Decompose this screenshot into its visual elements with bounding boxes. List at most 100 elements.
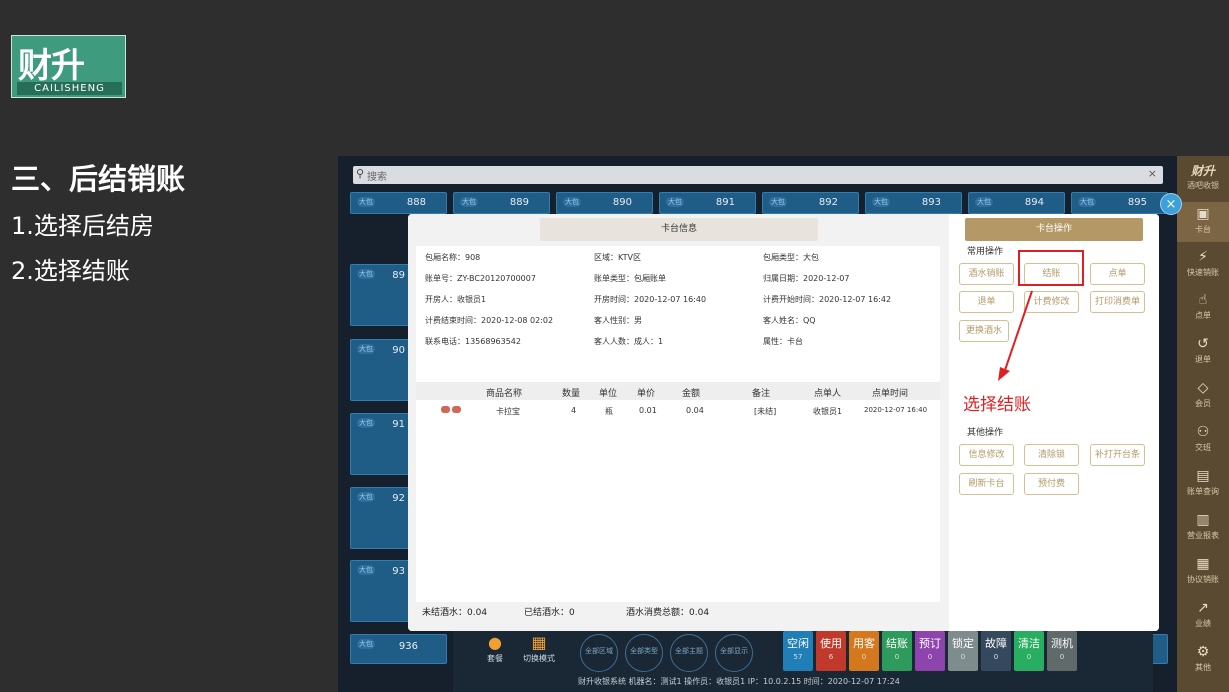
room-tile[interactable]: 大包 93 bbox=[350, 560, 410, 622]
edit-item-icon[interactable] bbox=[441, 406, 450, 413]
status-label: 结账 bbox=[886, 637, 908, 650]
sidebar-item-table[interactable]: ▣ 卡台 bbox=[1177, 202, 1229, 242]
sidebar-item-label: 会员 bbox=[1195, 399, 1211, 408]
sidebar-item-quick-settle[interactable]: ⚡ 快速销账 bbox=[1177, 249, 1229, 278]
switch-mode-label: 切换模式 bbox=[523, 654, 555, 663]
refresh-table-button[interactable]: 刷新卡台 bbox=[959, 473, 1014, 495]
cell-note: [未结] bbox=[754, 407, 777, 416]
sidebar-item-other[interactable]: ⚙ 其他 bbox=[1177, 644, 1229, 673]
package-icon: ● bbox=[488, 633, 502, 652]
sidebar-item-label: 点单 bbox=[1195, 311, 1211, 320]
cell-price: 0.01 bbox=[639, 406, 657, 415]
room-type-badge: 大包 bbox=[460, 197, 478, 207]
close-dialog-button[interactable]: × bbox=[1160, 193, 1182, 215]
room-tile[interactable]: 大包 894 bbox=[968, 192, 1065, 214]
room-type-badge: 大包 bbox=[872, 197, 890, 207]
sidebar-item-label: 快速销账 bbox=[1187, 268, 1219, 277]
room-tile[interactable]: 大包 91 bbox=[350, 413, 410, 475]
column-header: 商品名称 bbox=[486, 389, 523, 399]
info-opener: 开房人：收银员1 bbox=[425, 295, 487, 304]
status-idle[interactable]: 空闲 57 bbox=[783, 631, 813, 671]
status-locked[interactable]: 锁定 0 bbox=[948, 631, 978, 671]
cell-product: 卡拉宝 bbox=[496, 407, 520, 416]
room-number: 888 bbox=[406, 197, 426, 208]
status-in-use[interactable]: 使用 6 bbox=[816, 631, 846, 671]
cell-quantity: 4 bbox=[571, 406, 577, 415]
status-footer: 财升收银系统 机器名：测试1 操作员：收银员1 IP：10.0.2.15 时间：… bbox=[578, 677, 900, 686]
chart-icon: ↗ bbox=[1197, 600, 1209, 616]
order-button[interactable]: 点单 bbox=[1090, 263, 1145, 285]
switch-mode-button[interactable]: ▦ 切换模式 bbox=[522, 633, 556, 664]
print-bill-button[interactable]: 打印消费单 bbox=[1090, 291, 1145, 313]
status-label: 清洁 bbox=[1018, 637, 1040, 650]
info-edit-button[interactable]: 信息修改 bbox=[959, 444, 1014, 466]
filter-display-button[interactable]: 全部显示 bbox=[715, 634, 753, 672]
sidebar-item-order[interactable]: ☝ 点单 bbox=[1177, 292, 1229, 321]
room-number: 893 bbox=[921, 197, 941, 208]
diamond-icon: ◇ bbox=[1197, 380, 1209, 396]
room-tile[interactable]: 大包 892 bbox=[762, 192, 859, 214]
status-guest[interactable]: 用客 0 bbox=[849, 631, 879, 671]
search-input[interactable]: ⚲ 搜索 × bbox=[353, 166, 1163, 184]
room-tile[interactable]: 大包 889 bbox=[453, 192, 550, 214]
status-checkout[interactable]: 结账 0 bbox=[882, 631, 912, 671]
room-number: 936 bbox=[398, 641, 418, 652]
status-fault[interactable]: 故障 0 bbox=[981, 631, 1011, 671]
slide-title: 三、后结销账 bbox=[11, 162, 186, 196]
cell-order-time: 2020-12-07 16:40 bbox=[864, 406, 928, 414]
room-tile[interactable]: 大包 893 bbox=[865, 192, 962, 214]
table-header-row: 商品名称 数量 单位 单价 金额 备注 点单人 点单时间 bbox=[416, 382, 940, 400]
filter-area-button[interactable]: 全部区域 bbox=[580, 634, 618, 672]
sidebar-item-bill-query[interactable]: ▤ 账单查询 bbox=[1177, 468, 1229, 497]
cell-amount: 0.04 bbox=[686, 406, 704, 415]
room-tile[interactable]: 大包 895 bbox=[1071, 192, 1168, 214]
clear-lock-button[interactable]: 清除锁 bbox=[1024, 444, 1079, 466]
room-type-badge: 大包 bbox=[563, 197, 581, 207]
sidebar-item-shift[interactable]: ⚇ 交班 bbox=[1177, 424, 1229, 453]
info-attr: 属性：卡台 bbox=[763, 337, 803, 346]
reprint-open-button[interactable]: 补打开台条 bbox=[1090, 444, 1145, 466]
sidebar-item-report[interactable]: ▥ 营业报表 bbox=[1177, 512, 1229, 541]
room-tile[interactable]: 大包 89 bbox=[350, 264, 410, 326]
room-tile[interactable]: 大包 92 bbox=[350, 487, 410, 549]
status-reserved[interactable]: 预订 0 bbox=[915, 631, 945, 671]
room-number: 89 bbox=[392, 270, 405, 281]
room-type-badge: 大包 bbox=[357, 344, 375, 354]
status-count: 0 bbox=[960, 653, 966, 661]
user-swap-icon: ⚇ bbox=[1196, 424, 1210, 440]
delete-item-icon[interactable] bbox=[452, 406, 461, 413]
status-testing[interactable]: 测机 0 bbox=[1047, 631, 1077, 671]
annotation-hint-text: 选择结账 bbox=[963, 395, 1031, 415]
report-icon: ▥ bbox=[1196, 512, 1210, 528]
room-tile[interactable]: 大包 891 bbox=[659, 192, 756, 214]
info-bill-no: 账单号：ZY-BC20120700007 bbox=[425, 274, 536, 283]
room-tile[interactable]: 大包 936 bbox=[350, 634, 447, 664]
table-info-dialog: 卡台信息 包厢名称：908 区域：KTV区 包厢类型：大包 账单号：ZY-BC2… bbox=[408, 214, 1159, 631]
room-type-badge: 大包 bbox=[769, 197, 787, 207]
table-info-fields: 包厢名称：908 区域：KTV区 包厢类型：大包 账单号：ZY-BC201207… bbox=[416, 246, 940, 382]
sidebar-item-member[interactable]: ◇ 会员 bbox=[1177, 380, 1229, 409]
common-ops-label: 常用操作 bbox=[967, 247, 1004, 257]
filter-type-button[interactable]: 全部类型 bbox=[625, 634, 663, 672]
package-button[interactable]: ● 套餐 bbox=[478, 633, 512, 664]
bolt-icon: ⚡ bbox=[1198, 249, 1208, 265]
prepay-button[interactable]: 预付费 bbox=[1024, 473, 1079, 495]
sidebar-item-label: 其他 bbox=[1195, 663, 1211, 672]
drink-settle-button[interactable]: 酒水销账 bbox=[959, 263, 1014, 285]
sidebar-item-label: 协议销账 bbox=[1187, 575, 1219, 584]
room-number: 90 bbox=[392, 345, 405, 356]
sidebar-item-agreement[interactable]: ▦ 协议销账 bbox=[1177, 556, 1229, 585]
room-type-badge: 大包 bbox=[666, 197, 684, 207]
clear-search-icon[interactable]: × bbox=[1148, 167, 1157, 180]
room-tile[interactable]: 大包 890 bbox=[556, 192, 653, 214]
sidebar-item-performance[interactable]: ↗ 业绩 bbox=[1177, 600, 1229, 629]
room-tile[interactable]: 大包 888 bbox=[350, 192, 447, 214]
package-label: 套餐 bbox=[487, 654, 503, 663]
filter-theme-button[interactable]: 全部主题 bbox=[670, 634, 708, 672]
room-tile[interactable]: 大包 90 bbox=[350, 339, 410, 401]
room-type-badge: 大包 bbox=[357, 197, 375, 207]
checkout-highlight-box bbox=[1018, 250, 1084, 286]
info-open-time: 开房时间：2020-12-07 16:40 bbox=[594, 295, 707, 304]
sidebar-item-return[interactable]: ↺ 退单 bbox=[1177, 336, 1229, 365]
status-cleaning[interactable]: 清洁 0 bbox=[1014, 631, 1044, 671]
